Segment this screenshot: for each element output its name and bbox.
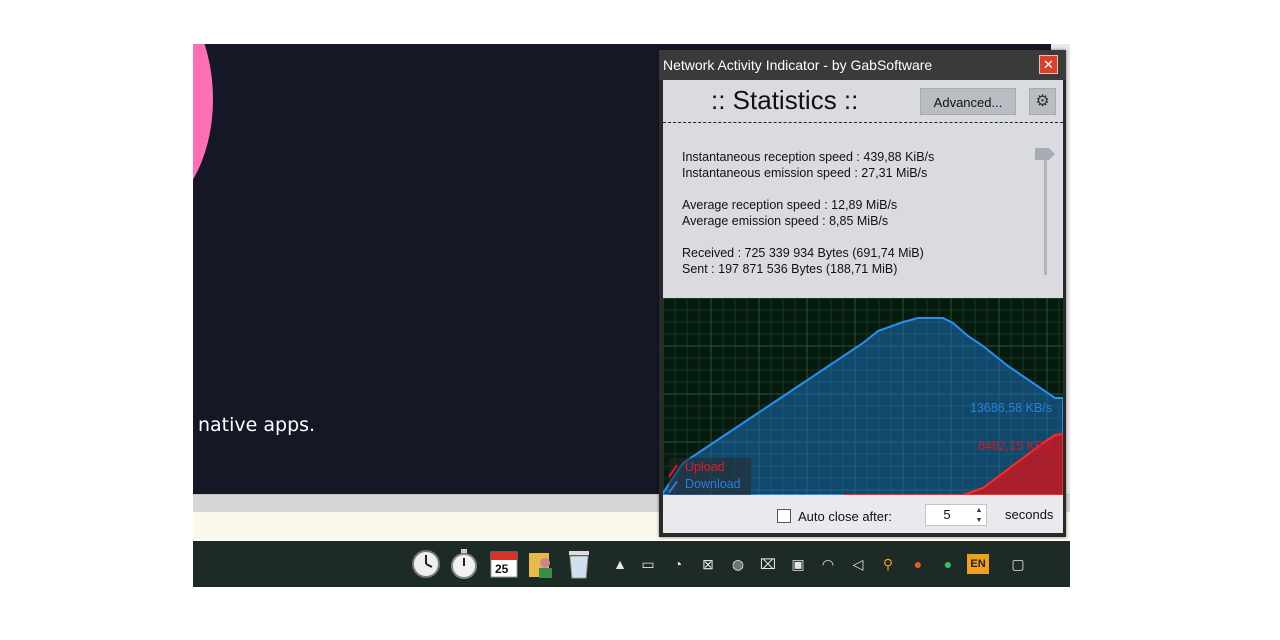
legend-upload: Upload <box>685 460 725 474</box>
stats-scrollbar-track[interactable] <box>1044 152 1047 275</box>
auto-close-label: Auto close after: <box>798 509 892 524</box>
clock-icon[interactable] <box>411 549 441 579</box>
network-monitor-icon[interactable]: ◔ <box>668 554 688 574</box>
stopwatch-icon[interactable] <box>449 549 479 579</box>
chevron-up-icon[interactable]: ▲ <box>610 554 630 574</box>
gear-icon: ⚙ <box>1035 93 1050 110</box>
close-button[interactable]: ✕ <box>1039 55 1058 74</box>
advanced-button[interactable]: Advanced... <box>920 88 1016 115</box>
user-folder-icon[interactable] <box>527 549 557 579</box>
calendar-icon[interactable]: 25 <box>489 549 519 579</box>
recycle-bin-icon[interactable] <box>564 549 594 579</box>
upload-speed-label: 8482,15 KB/s <box>978 439 1054 453</box>
titlebar[interactable]: Network Activity Indicator - by GabSoftw… <box>659 50 1066 80</box>
stepper-up-icon[interactable]: ▲ <box>972 506 986 515</box>
volume-icon[interactable]: ◁ <box>848 554 868 574</box>
seconds-label: seconds <box>1005 507 1054 522</box>
green-status-icon[interactable]: ● <box>938 554 958 574</box>
display-icon[interactable]: ▣ <box>788 554 808 574</box>
instantaneous-reception-speed: Instantaneous reception speed : 439,88 K… <box>682 150 935 164</box>
download-speed-label: 13686,58 KB/s <box>970 401 1053 415</box>
auto-close-checkbox[interactable] <box>777 509 791 523</box>
auto-close-seconds-stepper[interactable]: 5 ▲ ▼ <box>925 504 987 526</box>
stepper-down-icon[interactable]: ▼ <box>972 516 986 525</box>
notification-icon[interactable]: ▢ <box>1008 554 1028 574</box>
dashed-separator <box>663 122 1063 123</box>
graph-legend: Upload Download <box>668 458 751 495</box>
background-text: native apps. <box>198 414 316 436</box>
auto-close-bar: Auto close after: 5 ▲ ▼ seconds <box>663 495 1063 533</box>
browser-icon[interactable]: ◍ <box>728 554 748 574</box>
search-icon[interactable]: ⚲ <box>878 554 898 574</box>
activity-graph: 13686,58 KB/s 8482,15 KB/s Upload Downlo… <box>663 298 1063 495</box>
statistics-panel: :: Statistics :: Advanced... ⚙ Instantan… <box>663 80 1063 298</box>
firefox-icon[interactable]: ● <box>908 554 928 574</box>
legend-download: Download <box>685 477 741 491</box>
upload-legend-swatch <box>668 464 678 478</box>
pink-circle-decoration <box>193 44 213 214</box>
instantaneous-emission-speed: Instantaneous emission speed : 27,31 MiB… <box>682 166 928 180</box>
taskbar: 25 ▲ ▭ ◔ ⊠ ◍ ⌧ ▣ ◠ ◁ ⚲ ● ● EN ▢ <box>193 541 1070 587</box>
window-title: Network Activity Indicator - by GabSoftw… <box>663 57 933 73</box>
network-activity-widget: Network Activity Indicator - by GabSoftw… <box>659 50 1066 537</box>
auto-close-seconds-value[interactable]: 5 <box>926 507 968 522</box>
language-icon[interactable]: EN <box>967 554 989 574</box>
average-reception-speed: Average reception speed : 12,89 MiB/s <box>682 198 898 212</box>
calendar-day: 25 <box>495 562 509 576</box>
usb-icon[interactable]: ⌧ <box>758 554 778 574</box>
download-legend-swatch <box>668 480 678 494</box>
statistics-heading: :: Statistics :: <box>711 85 859 115</box>
received-bytes: Received : 725 339 934 Bytes (691,74 MiB… <box>682 246 924 260</box>
average-emission-speed: Average emission speed : 8,85 MiB/s <box>682 214 889 228</box>
close-app-icon[interactable]: ⊠ <box>698 554 718 574</box>
settings-button[interactable]: ⚙ <box>1029 88 1056 115</box>
stats-scrollbar-thumb[interactable] <box>1035 148 1055 160</box>
battery-icon[interactable]: ▭ <box>638 554 658 574</box>
wifi-icon[interactable]: ◠ <box>818 554 838 574</box>
sent-bytes: Sent : 197 871 536 Bytes (188,71 MiB) <box>682 262 898 276</box>
close-icon: ✕ <box>1043 57 1054 72</box>
